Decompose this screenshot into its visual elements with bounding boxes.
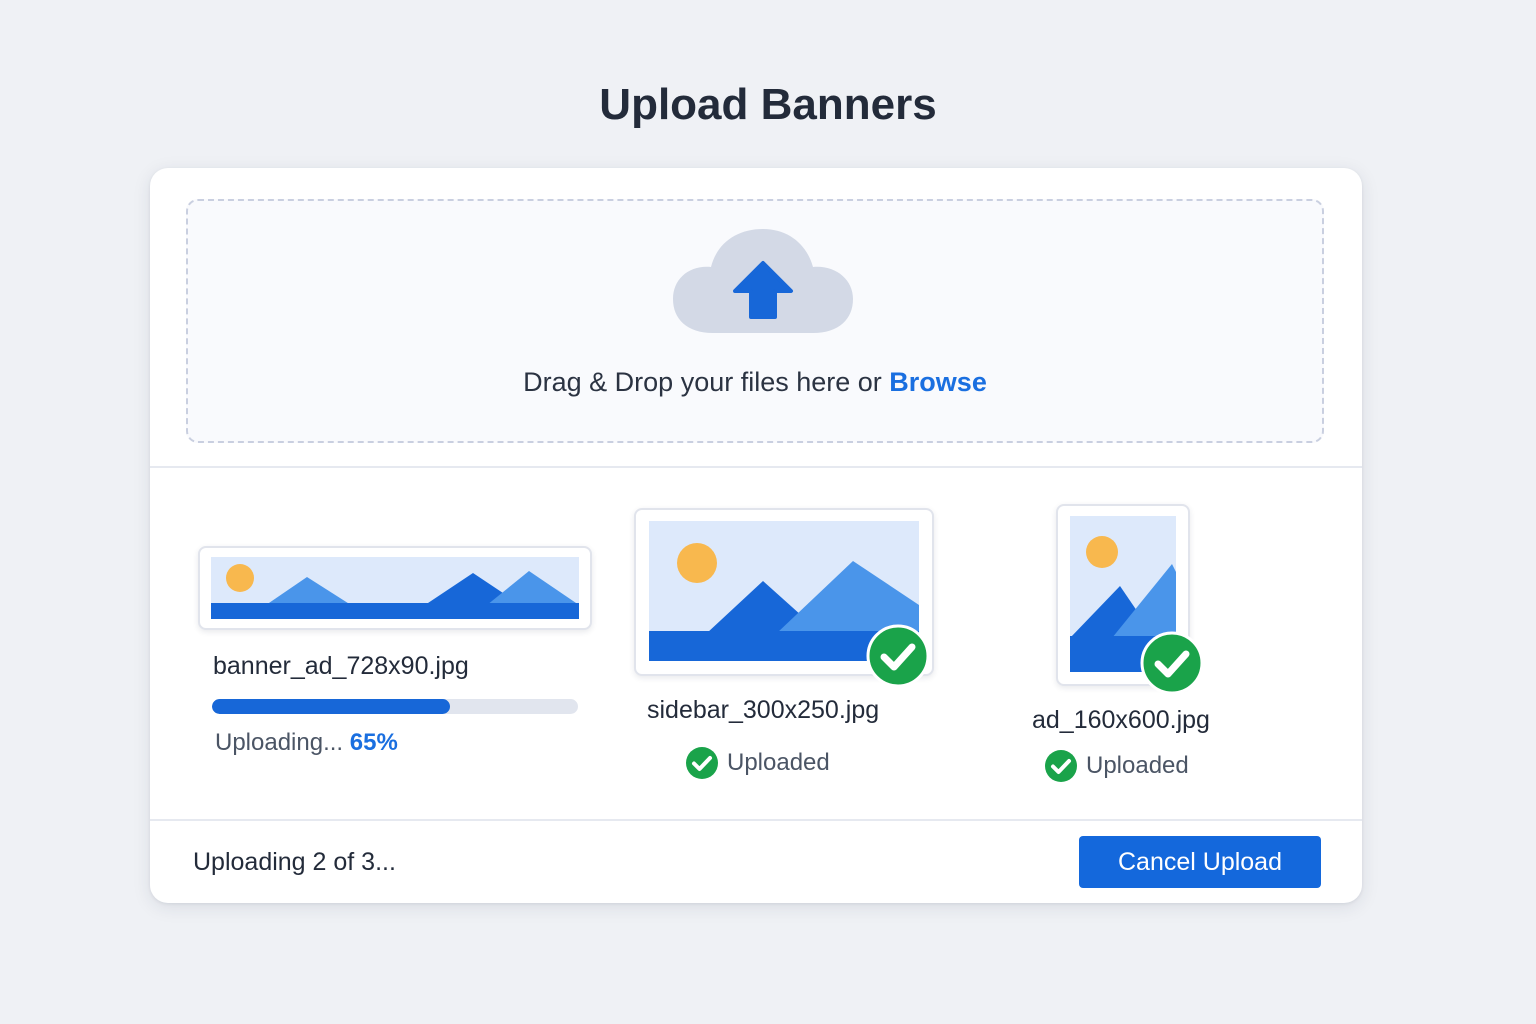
drop-prompt: Drag & Drop your files here or Browse [188, 367, 1322, 398]
check-circle-icon [1045, 750, 1077, 782]
cloud-upload-icon [673, 229, 853, 333]
check-circle-icon [686, 747, 718, 779]
upload-progress-fill [212, 699, 450, 714]
browse-link[interactable]: Browse [889, 367, 987, 397]
file-name: banner_ad_728x90.jpg [213, 652, 469, 680]
file-name: sidebar_300x250.jpg [647, 696, 880, 724]
divider [150, 819, 1362, 821]
file-name: ad_160x600.jpg [1032, 706, 1210, 734]
image-thumbnail-icon [198, 546, 592, 630]
drop-prompt-text: Drag & Drop your files here or [523, 367, 890, 397]
upload-status-label: Uploaded [727, 749, 830, 776]
upload-status: Uploaded [685, 746, 830, 780]
upload-progress-status: Uploading... 65% [215, 729, 398, 757]
upload-page: Upload Banners Drag & Drop your files he… [0, 0, 1536, 1024]
upload-status: Uploaded [1044, 749, 1189, 783]
upload-progress-bar [212, 699, 578, 714]
page-title: Upload Banners [599, 80, 937, 129]
drop-zone[interactable]: Drag & Drop your files here or Browse [186, 199, 1324, 443]
upload-status-label: Uploaded [1086, 752, 1189, 779]
cancel-upload-button[interactable]: Cancel Upload [1079, 836, 1321, 888]
check-circle-icon [1140, 631, 1204, 695]
upload-progress-label: Uploading... [215, 729, 350, 756]
check-circle-icon [866, 624, 930, 688]
upload-card: Drag & Drop your files here or Browse ba… [150, 168, 1362, 903]
divider [150, 466, 1362, 468]
upload-progress-percent: 65% [349, 729, 398, 756]
footer-status: Uploading 2 of 3... [193, 848, 396, 876]
